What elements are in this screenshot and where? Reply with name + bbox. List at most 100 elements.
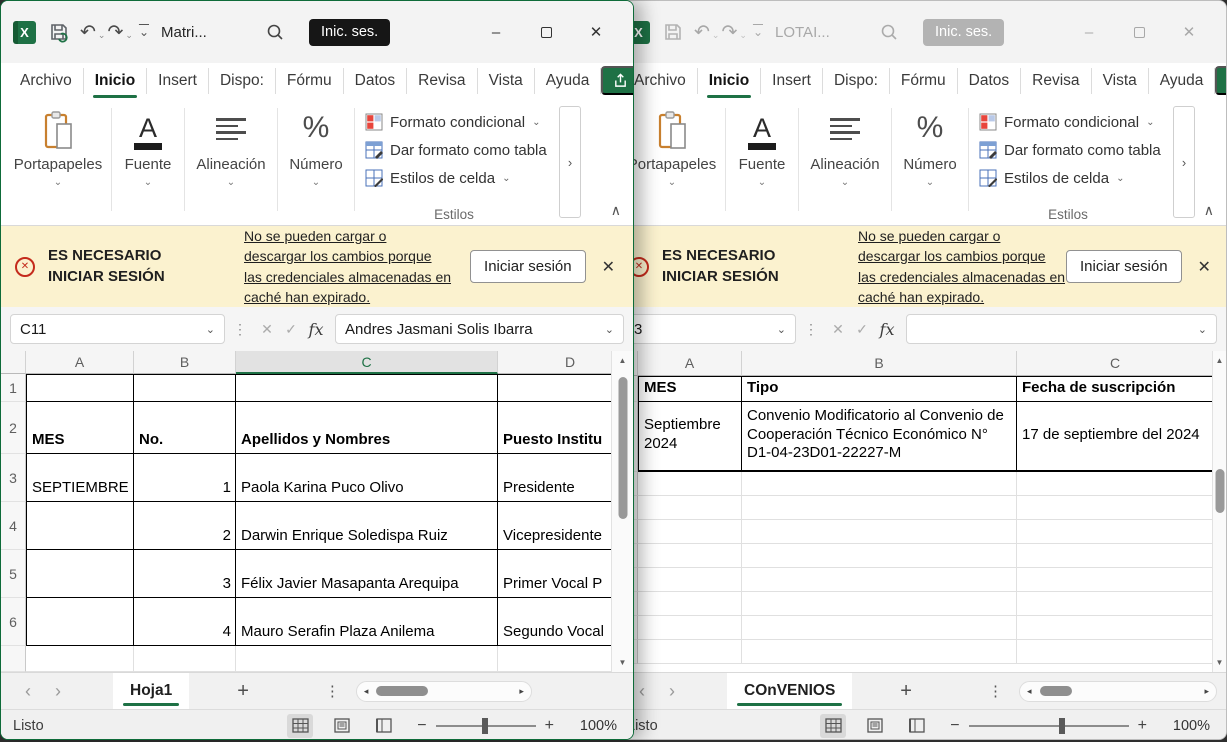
- sheet-menu-icon[interactable]: ⋮: [988, 682, 1003, 700]
- cell[interactable]: [742, 568, 1017, 592]
- cell[interactable]: [742, 520, 1017, 544]
- ribbon-tab-insert[interactable]: Insert: [147, 68, 209, 94]
- cell[interactable]: [498, 646, 611, 672]
- signin-banner-button[interactable]: Iniciar sesión: [1066, 250, 1182, 283]
- scrollbar-thumb[interactable]: [376, 686, 428, 696]
- zoom-out-button[interactable]: −: [417, 717, 426, 735]
- alignment-group-button[interactable]: Alineación ⌄: [185, 106, 277, 225]
- cell[interactable]: [638, 568, 742, 592]
- format-as-table-button[interactable]: Dar formato como tabla: [365, 136, 553, 164]
- ribbon-tab-insert[interactable]: Insert: [761, 68, 823, 94]
- number-group-button[interactable]: % Número ⌄: [278, 106, 354, 225]
- sheet-tab[interactable]: COnVENIOS: [727, 673, 852, 709]
- cancel-icon[interactable]: ✕: [826, 321, 850, 338]
- scroll-left-icon[interactable]: ◂: [364, 686, 369, 697]
- name-box[interactable]: 3⌄: [624, 314, 796, 344]
- zoom-level[interactable]: 100%: [580, 718, 617, 734]
- cell[interactable]: [638, 640, 742, 664]
- cell[interactable]: Darwin Enrique Soledispa Ruiz: [236, 502, 498, 550]
- drag-handle-icon[interactable]: ⋮: [233, 321, 247, 338]
- cell[interactable]: No.: [134, 402, 236, 454]
- formula-input[interactable]: Andres Jasmani Solis Ibarra⌄: [335, 314, 624, 344]
- zoom-slider[interactable]: [436, 725, 536, 727]
- row-header[interactable]: 6: [1, 598, 26, 646]
- cell[interactable]: Tipo: [742, 376, 1017, 402]
- dismiss-warning-button[interactable]: ✕: [1198, 257, 1211, 277]
- cell[interactable]: Presidente: [498, 454, 611, 502]
- cell[interactable]: [26, 598, 134, 646]
- collapse-ribbon-button[interactable]: ∧: [611, 202, 621, 219]
- name-box[interactable]: C11⌄: [10, 314, 225, 344]
- cell[interactable]: [26, 550, 134, 598]
- row-header[interactable]: 1: [1, 374, 26, 402]
- ribbon-tab-dispo[interactable]: Dispo:: [823, 68, 890, 94]
- cell[interactable]: [26, 502, 134, 550]
- signin-button[interactable]: Inic. ses.: [923, 19, 1004, 46]
- zoom-level[interactable]: 100%: [1173, 718, 1210, 734]
- zoom-slider[interactable]: [969, 725, 1129, 727]
- cell[interactable]: [638, 616, 742, 640]
- chevron-down-icon[interactable]: ⌄: [777, 323, 786, 336]
- ribbon-tab-datos[interactable]: Datos: [958, 68, 1022, 94]
- scrollbar-thumb[interactable]: [1215, 469, 1224, 513]
- font-group-button[interactable]: A Fuente ⌄: [112, 106, 184, 225]
- cell[interactable]: [1017, 544, 1212, 568]
- cell[interactable]: [638, 472, 742, 496]
- maximize-button[interactable]: [1114, 14, 1164, 50]
- cell[interactable]: [134, 646, 236, 672]
- ribbon-tab-revisa[interactable]: Revisa: [407, 68, 477, 94]
- warning-link[interactable]: No se pueden cargar o descargar los camb…: [244, 226, 452, 307]
- cell[interactable]: [1017, 640, 1212, 664]
- cell-styles-button[interactable]: Estilos de celda ⌄: [979, 164, 1167, 192]
- cell[interactable]: [236, 646, 498, 672]
- zoom-out-button[interactable]: −: [950, 717, 959, 735]
- cell[interactable]: 1: [134, 454, 236, 502]
- maximize-button[interactable]: [521, 14, 571, 50]
- column-header-A[interactable]: A: [638, 351, 742, 376]
- cell[interactable]: [742, 640, 1017, 664]
- close-button[interactable]: ✕: [571, 14, 621, 50]
- row-header[interactable]: 4: [1, 502, 26, 550]
- scroll-right-icon[interactable]: ▸: [519, 686, 524, 697]
- number-group-button[interactable]: % Número ⌄: [892, 106, 968, 225]
- cell[interactable]: SEPTIEMBRE: [26, 454, 134, 502]
- signin-banner-button[interactable]: Iniciar sesión: [470, 250, 586, 283]
- scroll-down-icon[interactable]: ▼: [619, 658, 627, 667]
- font-group-button[interactable]: A Fuente ⌄: [726, 106, 798, 225]
- column-header-A[interactable]: A: [26, 351, 134, 374]
- cell[interactable]: [1017, 568, 1212, 592]
- undo-button[interactable]: ↶⌄: [694, 23, 721, 42]
- undo-button[interactable]: ↶⌄: [80, 23, 107, 42]
- cancel-icon[interactable]: ✕: [255, 321, 279, 338]
- alignment-group-button[interactable]: Alineación ⌄: [799, 106, 891, 225]
- enter-icon[interactable]: ✓: [279, 321, 303, 338]
- select-all-corner[interactable]: [1, 351, 26, 374]
- redo-button[interactable]: ↷⌄: [721, 23, 748, 42]
- cell[interactable]: [26, 646, 134, 672]
- ribbon-tab-vista[interactable]: Vista: [478, 68, 535, 94]
- styles-expand-button[interactable]: ›: [1173, 106, 1195, 218]
- cell[interactable]: [26, 374, 134, 402]
- zoom-slider-handle[interactable]: [482, 718, 488, 734]
- sheet-next-button[interactable]: ›: [657, 681, 687, 702]
- ribbon-tab-vista[interactable]: Vista: [1092, 68, 1149, 94]
- cell[interactable]: [742, 544, 1017, 568]
- scroll-up-icon[interactable]: ▲: [619, 356, 627, 365]
- cell[interactable]: Apellidos y Nombres: [236, 402, 498, 454]
- dismiss-warning-button[interactable]: ✕: [602, 257, 615, 277]
- column-header-B[interactable]: B: [742, 351, 1017, 376]
- chevron-down-icon[interactable]: ⌄: [1198, 323, 1207, 336]
- cell[interactable]: Segundo Vocal: [498, 598, 611, 646]
- ribbon-tab-revisa[interactable]: Revisa: [1021, 68, 1091, 94]
- chevron-down-icon[interactable]: ⌄: [98, 30, 106, 41]
- cell[interactable]: [742, 496, 1017, 520]
- drag-handle-icon[interactable]: ⋮: [804, 321, 818, 338]
- scroll-up-icon[interactable]: ▲: [1216, 356, 1224, 365]
- view-layout-button[interactable]: [329, 714, 355, 738]
- sheet-tab[interactable]: Hoja1: [113, 673, 189, 709]
- cell[interactable]: Primer Vocal P: [498, 550, 611, 598]
- cell[interactable]: Puesto Institu: [498, 402, 611, 454]
- ribbon-tab-ayuda[interactable]: Ayuda: [1149, 68, 1216, 94]
- vertical-scrollbar[interactable]: ▲ ▼: [611, 351, 633, 672]
- cell[interactable]: [742, 616, 1017, 640]
